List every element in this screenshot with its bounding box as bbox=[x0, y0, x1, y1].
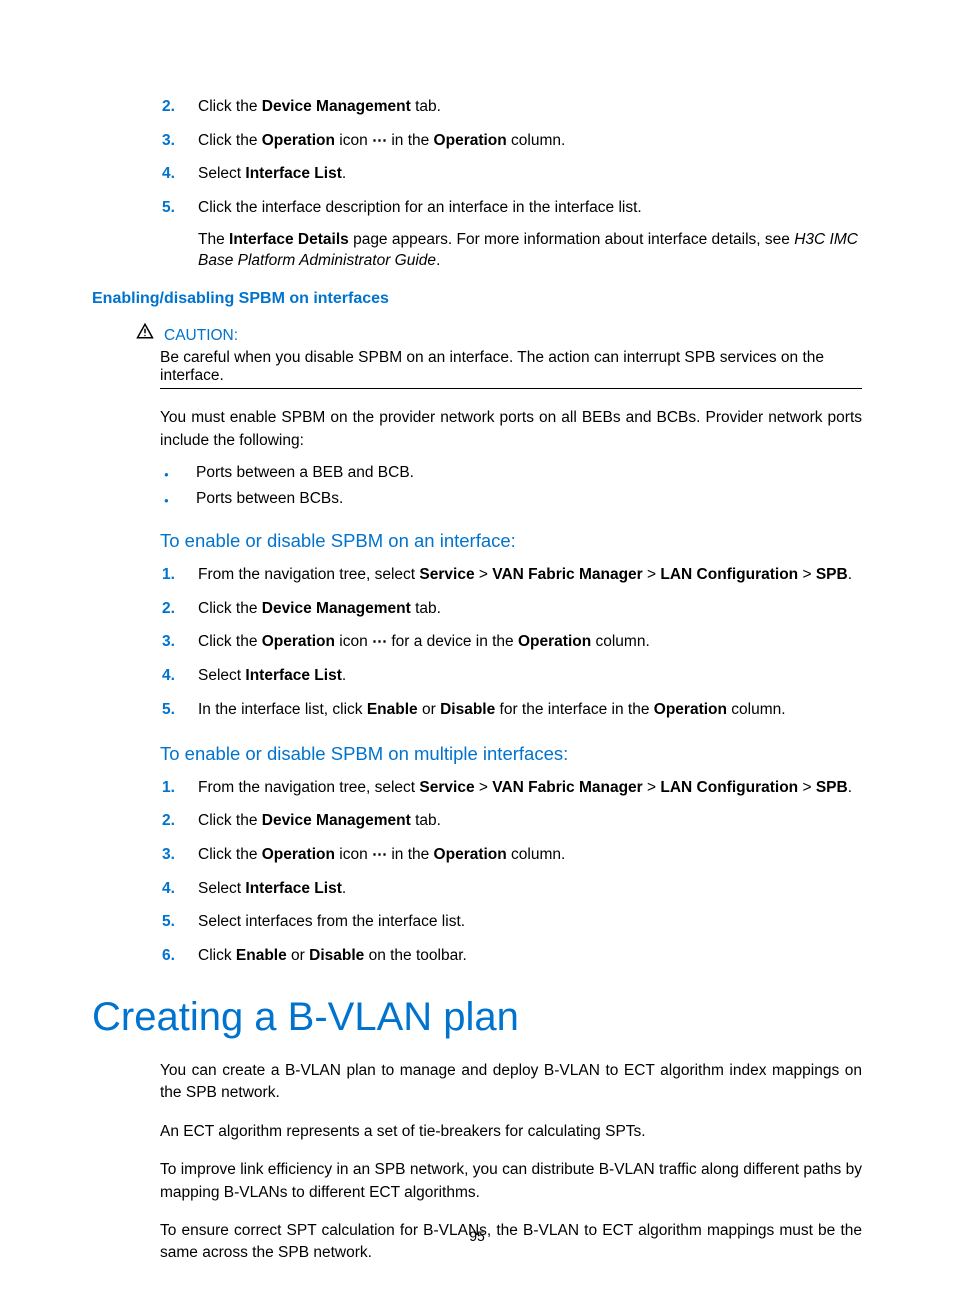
step-text: Click the Device Management tab. bbox=[198, 810, 862, 832]
ordered-list-b: 1.From the navigation tree, select Servi… bbox=[162, 564, 862, 720]
list-step: 4.Select Interface List. bbox=[162, 878, 862, 900]
bullet-text: Ports between a BEB and BCB. bbox=[196, 464, 862, 482]
step-number: 5. bbox=[162, 911, 198, 933]
step-text: Select Interface List. bbox=[198, 665, 862, 687]
step-text: Click the Device Management tab. bbox=[198, 96, 862, 118]
step-text: Click the interface description for an i… bbox=[198, 197, 862, 272]
list-step: 5.In the interface list, click Enable or… bbox=[162, 699, 862, 721]
heading-creating-bvlan: Creating a B-VLAN plan bbox=[92, 995, 862, 1040]
list-step: 3.Click the Operation icon ⋯ in the Oper… bbox=[162, 130, 862, 152]
bullet-item: ●Ports between BCBs. bbox=[164, 490, 862, 508]
list-step: 2.Click the Device Management tab. bbox=[162, 598, 862, 620]
step-number: 4. bbox=[162, 878, 198, 900]
step-text: Select Interface List. bbox=[198, 878, 862, 900]
caution-icon bbox=[136, 322, 164, 345]
body-paragraph: You can create a B-VLAN plan to manage a… bbox=[160, 1060, 862, 1105]
ordered-list-a: 2.Click the Device Management tab.3.Clic… bbox=[162, 96, 862, 272]
bullet-text: Ports between BCBs. bbox=[196, 490, 862, 508]
step-number: 3. bbox=[162, 130, 198, 152]
step-number: 1. bbox=[162, 564, 198, 586]
list-step: 1.From the navigation tree, select Servi… bbox=[162, 777, 862, 799]
step-number: 3. bbox=[162, 844, 198, 866]
step-number: 5. bbox=[162, 699, 198, 721]
step-number: 2. bbox=[162, 810, 198, 832]
step-text: In the interface list, click Enable or D… bbox=[198, 699, 862, 721]
page: 2.Click the Device Management tab.3.Clic… bbox=[0, 0, 954, 1296]
heading-enable-multiple: To enable or disable SPBM on multiple in… bbox=[160, 743, 862, 765]
heading-enabling-disabling: Enabling/disabling SPBM on interfaces bbox=[92, 290, 862, 308]
caution-row: CAUTION: bbox=[136, 322, 862, 345]
list-step: 5.Click the interface description for an… bbox=[162, 197, 862, 272]
step-number: 2. bbox=[162, 96, 198, 118]
paragraph-enable-spbm: You must enable SPBM on the provider net… bbox=[160, 407, 862, 452]
list-step: 4.Select Interface List. bbox=[162, 163, 862, 185]
bullet-dot-icon: ● bbox=[164, 490, 196, 508]
bullet-list: ●Ports between a BEB and BCB.●Ports betw… bbox=[164, 464, 862, 508]
step-number: 6. bbox=[162, 945, 198, 967]
step-text: From the navigation tree, select Service… bbox=[198, 777, 862, 799]
step-number: 4. bbox=[162, 665, 198, 687]
step-number: 2. bbox=[162, 598, 198, 620]
step-text: Click Enable or Disable on the toolbar. bbox=[198, 945, 862, 967]
bullet-item: ●Ports between a BEB and BCB. bbox=[164, 464, 862, 482]
body-paragraph: An ECT algorithm represents a set of tie… bbox=[160, 1121, 862, 1143]
list-step: 3.Click the Operation icon ⋯ for a devic… bbox=[162, 631, 862, 653]
list-step: 1.From the navigation tree, select Servi… bbox=[162, 564, 862, 586]
page-number: 95 bbox=[0, 1228, 954, 1244]
step-text: From the navigation tree, select Service… bbox=[198, 564, 862, 586]
list-step: 2.Click the Device Management tab. bbox=[162, 810, 862, 832]
caution-label: CAUTION: bbox=[164, 327, 238, 345]
step-text: Click the Operation icon ⋯ in the Operat… bbox=[198, 844, 862, 866]
step-text: Click the Operation icon ⋯ for a device … bbox=[198, 631, 862, 653]
step-text: Click the Operation icon ⋯ in the Operat… bbox=[198, 130, 862, 152]
list-step: 5.Select interfaces from the interface l… bbox=[162, 911, 862, 933]
step-number: 1. bbox=[162, 777, 198, 799]
list-step: 4.Select Interface List. bbox=[162, 665, 862, 687]
list-step: 2.Click the Device Management tab. bbox=[162, 96, 862, 118]
ordered-list-c: 1.From the navigation tree, select Servi… bbox=[162, 777, 862, 967]
step-number: 4. bbox=[162, 163, 198, 185]
step-text: Select Interface List. bbox=[198, 163, 862, 185]
bullet-dot-icon: ● bbox=[164, 464, 196, 482]
caution-text: Be careful when you disable SPBM on an i… bbox=[160, 349, 862, 389]
step-number: 3. bbox=[162, 631, 198, 653]
list-step: 3.Click the Operation icon ⋯ in the Oper… bbox=[162, 844, 862, 866]
heading-enable-single: To enable or disable SPBM on an interfac… bbox=[160, 530, 862, 552]
body-paragraph: To improve link efficiency in an SPB net… bbox=[160, 1159, 862, 1204]
step-subtext: The Interface Details page appears. For … bbox=[198, 229, 862, 272]
step-text: Click the Device Management tab. bbox=[198, 598, 862, 620]
step-text: Select interfaces from the interface lis… bbox=[198, 911, 862, 933]
list-step: 6.Click Enable or Disable on the toolbar… bbox=[162, 945, 862, 967]
step-number: 5. bbox=[162, 197, 198, 272]
